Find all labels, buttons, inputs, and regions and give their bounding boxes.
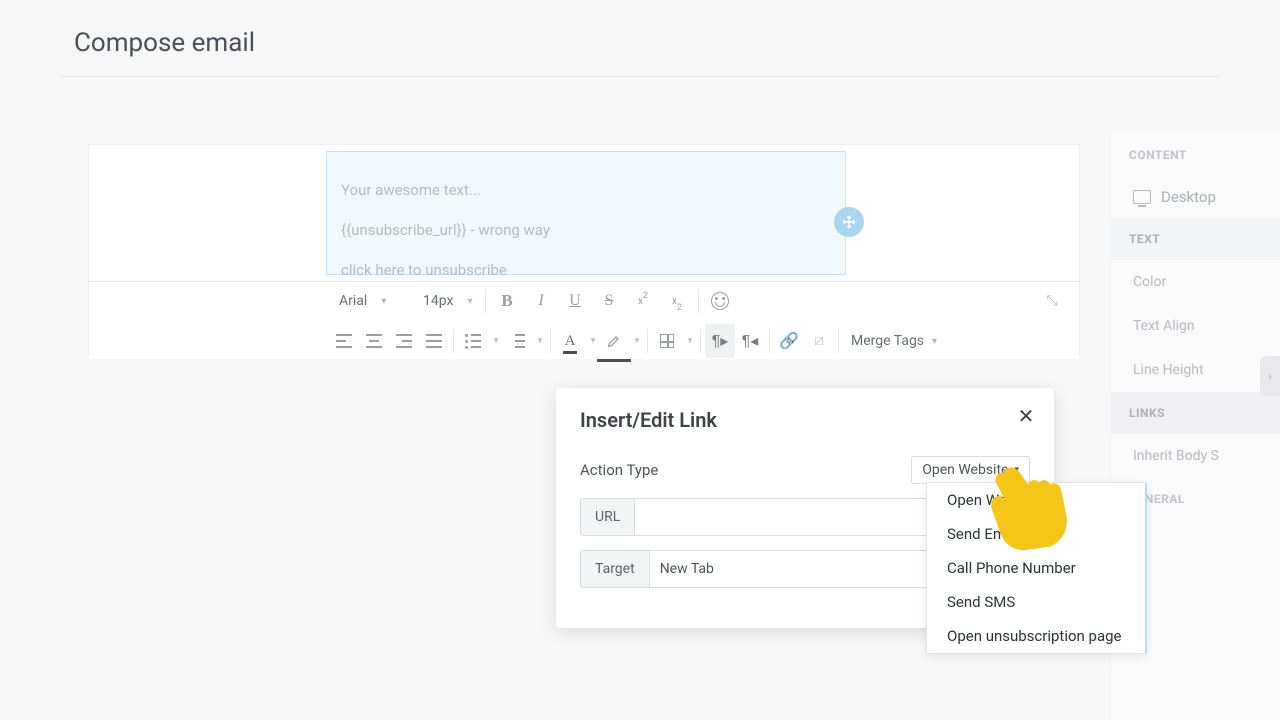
editor-line-2: {{unsubscribe_url}} - wrong way: [341, 210, 831, 250]
property-text-align[interactable]: Text Align: [1111, 304, 1280, 348]
superscript-button[interactable]: x: [626, 284, 660, 318]
chevron-down-icon[interactable]: ▾: [534, 336, 546, 346]
close-button[interactable]: ✕: [1012, 402, 1040, 430]
align-right-button[interactable]: [389, 324, 419, 358]
action-type-dropdown-menu: Open Website Send Email Call Phone Numbe…: [926, 482, 1147, 654]
separator: [698, 289, 699, 313]
merge-tags-button[interactable]: Merge Tags▾: [843, 333, 945, 349]
insert-link-modal: Insert/Edit Link ✕ Action Type Open Webs…: [556, 388, 1054, 628]
separator: [485, 289, 486, 313]
device-preview-toggle[interactable]: Desktop: [1111, 176, 1280, 218]
chevron-down-icon: ▾: [381, 296, 386, 307]
ltr-button[interactable]: ¶▸: [705, 324, 735, 358]
chevron-down-icon[interactable]: ▾: [684, 336, 696, 346]
action-type-dropdown[interactable]: Open Website ▾: [911, 456, 1030, 484]
ordered-list-button[interactable]: [502, 324, 532, 358]
chevron-down-icon: ▾: [932, 336, 937, 347]
editor-placeholder: Your awesome text...: [341, 170, 831, 210]
email-canvas: Your awesome text... {{unsubscribe_url}}…: [88, 144, 1080, 354]
page-title: Compose email: [0, 0, 1280, 76]
align-center-button[interactable]: [359, 324, 389, 358]
text-color-button[interactable]: A: [555, 324, 585, 358]
bold-button[interactable]: B: [490, 284, 524, 318]
font-size-select[interactable]: 14px▾: [413, 286, 481, 316]
chevron-down-icon[interactable]: ▾: [631, 336, 643, 346]
action-type-label: Action Type: [580, 461, 658, 479]
subscript-button[interactable]: x: [660, 284, 694, 318]
insert-link-button[interactable]: 🔗: [774, 324, 804, 358]
property-color[interactable]: Color: [1111, 260, 1280, 304]
monitor-icon: [1133, 190, 1151, 204]
property-inherit-body[interactable]: Inherit Body S: [1111, 434, 1280, 478]
separator: [700, 329, 701, 353]
rich-text-toolbar: Arial▾ 14px▾ B I U S x x ⤡ ▾ ▾ A ▾: [89, 281, 1079, 359]
font-family-select[interactable]: Arial▾: [329, 286, 407, 316]
remove-link-button[interactable]: ⧄: [804, 324, 834, 358]
text-content-block[interactable]: Your awesome text... {{unsubscribe_url}}…: [326, 151, 846, 275]
separator: [550, 329, 551, 353]
option-open-website[interactable]: Open Website: [927, 483, 1145, 517]
chevron-down-icon[interactable]: ▾: [587, 336, 599, 346]
sidebar-section-links[interactable]: LINKS: [1111, 392, 1280, 434]
option-send-email[interactable]: Send Email: [927, 517, 1145, 551]
target-label: Target: [581, 551, 650, 587]
align-left-button[interactable]: [329, 324, 359, 358]
property-line-height[interactable]: Line Height: [1111, 348, 1280, 392]
italic-button[interactable]: I: [524, 284, 558, 318]
strikethrough-button[interactable]: S: [592, 284, 626, 318]
option-send-sms[interactable]: Send SMS: [927, 585, 1145, 619]
sidebar-section-text[interactable]: TEXT: [1111, 218, 1280, 260]
sidebar-expand-tab[interactable]: ›: [1260, 356, 1280, 396]
emoji-button[interactable]: [703, 284, 737, 318]
modal-title: Insert/Edit Link: [556, 388, 1054, 432]
sidebar-section-content[interactable]: CONTENT: [1111, 134, 1280, 176]
url-label: URL: [581, 499, 635, 535]
align-justify-button[interactable]: [419, 324, 449, 358]
collapse-toolbar-icon[interactable]: ⤡: [1037, 286, 1067, 316]
underline-button[interactable]: U: [558, 284, 592, 318]
option-open-unsubscribe[interactable]: Open unsubscription page: [927, 619, 1145, 653]
separator: [453, 329, 454, 353]
highlight-color-button[interactable]: [599, 324, 629, 358]
separator: [769, 329, 770, 353]
rtl-button[interactable]: ¶◂: [735, 324, 765, 358]
option-call-phone[interactable]: Call Phone Number: [927, 551, 1145, 585]
caret-down-icon: ▾: [1014, 465, 1019, 475]
close-icon: ✕: [1018, 404, 1035, 428]
bullet-list-button[interactable]: [458, 324, 488, 358]
separator: [647, 329, 648, 353]
chevron-down-icon: ▾: [467, 296, 472, 307]
table-button[interactable]: [652, 324, 682, 358]
divider: [60, 76, 1220, 77]
chevron-down-icon[interactable]: ▾: [490, 336, 502, 346]
separator: [838, 329, 839, 353]
move-handle[interactable]: [834, 207, 864, 237]
